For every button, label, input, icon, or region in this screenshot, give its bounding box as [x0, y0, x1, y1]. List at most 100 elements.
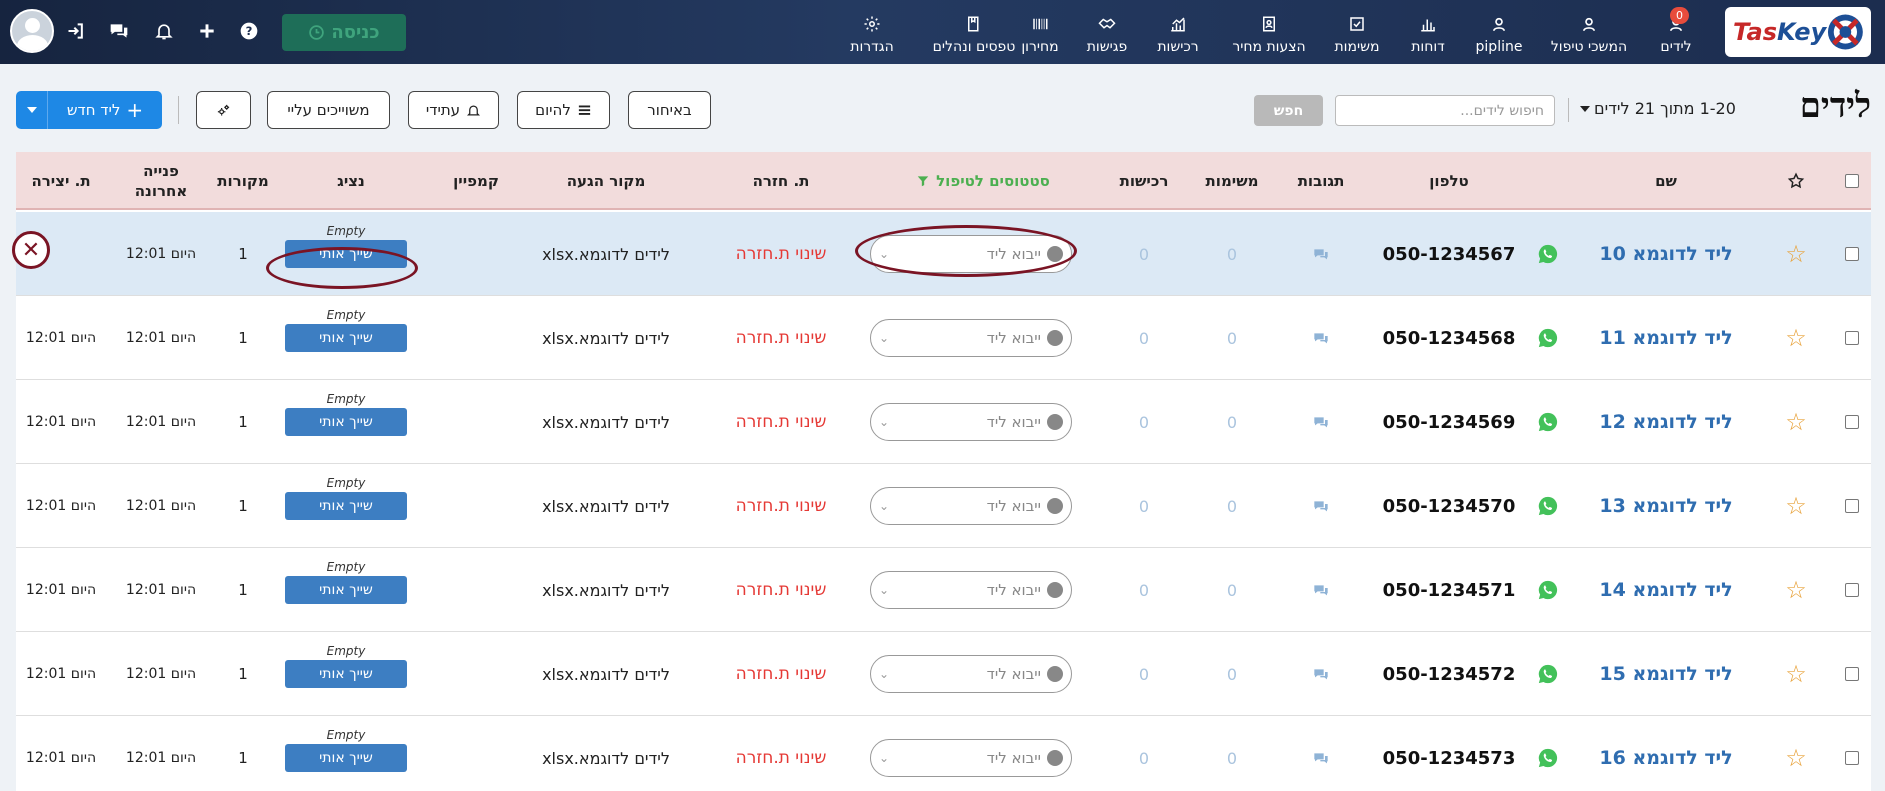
phone-number[interactable]: 050-1234571 — [1374, 548, 1524, 632]
column-header-name[interactable]: שם — [1576, 152, 1756, 210]
phone-number[interactable]: 050-1234573 — [1374, 716, 1524, 791]
chat-icon[interactable] — [108, 20, 130, 42]
star-icon[interactable]: ☆ — [1768, 464, 1824, 548]
row-checkbox[interactable] — [1836, 716, 1868, 791]
nav-item-settings[interactable]: הגדרות — [826, 0, 918, 64]
phone-number[interactable]: 050-1234572 — [1374, 632, 1524, 716]
nav-item-quotes[interactable]: הצעות מחיר — [1225, 0, 1313, 64]
favorite-column-star-icon[interactable] — [1768, 152, 1824, 210]
whatsapp-icon[interactable] — [1528, 548, 1568, 632]
column-header-sources[interactable]: מקורות — [203, 152, 283, 210]
search-input[interactable] — [1335, 95, 1555, 126]
whatsapp-icon[interactable] — [1528, 632, 1568, 716]
assign-me-button[interactable]: שייך אותי — [285, 744, 407, 772]
status-select[interactable]: ייבוא ליד ⌄ — [870, 655, 1072, 693]
phone-number[interactable]: 050-1234570 — [1374, 464, 1524, 548]
lead-name-link[interactable]: ליד לדוגמא 11 — [1576, 296, 1756, 380]
table-row[interactable]: ☆ ליד לדוגמא 10 050-1234567 0 0 ייבוא לי… — [16, 212, 1871, 296]
nav-item-reports[interactable]: דוחות — [1398, 0, 1458, 64]
row-checkbox[interactable] — [1836, 380, 1868, 464]
whatsapp-icon[interactable] — [1528, 464, 1568, 548]
column-header-statuses[interactable]: סטטוסים לטיפול — [878, 152, 1088, 210]
column-header-agent[interactable]: נציג — [286, 152, 416, 210]
nav-item-leads[interactable]: 0 לידים — [1648, 0, 1704, 64]
table-row[interactable]: ☆ ליד לדוגמא 16 050-1234573 0 0 ייבוא לי… — [16, 716, 1871, 791]
taskey-logo[interactable]: TasKey — [1725, 7, 1871, 57]
column-header-purchases[interactable]: רכישות — [1102, 152, 1186, 210]
responses-chat-icon[interactable] — [1279, 380, 1363, 464]
column-header-created[interactable]: ת. יצירה — [16, 152, 106, 210]
late-filter-button[interactable]: באיחור — [628, 91, 711, 129]
today-filter-button[interactable]: להיום — [517, 91, 610, 129]
plus-icon[interactable] — [196, 20, 218, 42]
purchases-count[interactable]: 0 — [1102, 548, 1186, 632]
column-header-campaign[interactable]: קמפיין — [426, 152, 526, 210]
nav-item-followups[interactable]: המשכי טיפול — [1541, 0, 1637, 64]
return-date-link[interactable]: שינוי ת.חזרה — [696, 716, 866, 791]
responses-chat-icon[interactable] — [1279, 716, 1363, 791]
whatsapp-icon[interactable] — [1528, 296, 1568, 380]
table-row[interactable]: ☆ ליד לדוגמא 13 050-1234570 0 0 ייבוא לי… — [16, 464, 1871, 548]
status-select[interactable]: ייבוא ליד ⌄ — [870, 487, 1072, 525]
row-checkbox[interactable] — [1836, 464, 1868, 548]
return-date-link[interactable]: שינוי ת.חזרה — [696, 632, 866, 716]
purchases-count[interactable]: 0 — [1102, 716, 1186, 791]
assign-me-button[interactable]: שייך אותי — [285, 660, 407, 688]
return-date-link[interactable]: שינוי ת.חזרה — [696, 212, 866, 296]
nav-item-pricelist[interactable]: מחירון — [1010, 0, 1070, 64]
phone-number[interactable]: 050-1234568 — [1374, 296, 1524, 380]
tasks-count[interactable]: 0 — [1190, 548, 1274, 632]
star-icon[interactable]: ☆ — [1768, 548, 1824, 632]
purchases-count[interactable]: 0 — [1102, 380, 1186, 464]
star-icon[interactable]: ☆ — [1768, 380, 1824, 464]
purchases-count[interactable]: 0 — [1102, 464, 1186, 548]
nav-item-pipeline[interactable]: pipline — [1464, 0, 1534, 64]
purchases-count[interactable]: 0 — [1102, 632, 1186, 716]
assigned-to-me-button[interactable]: משוייכים עליי — [267, 91, 390, 129]
phone-number[interactable]: 050-1234569 — [1374, 380, 1524, 464]
responses-chat-icon[interactable] — [1279, 296, 1363, 380]
lead-name-link[interactable]: ליד לדוגמא 13 — [1576, 464, 1756, 548]
whatsapp-icon[interactable] — [1528, 716, 1568, 791]
nav-item-purchases[interactable]: רכישות — [1148, 0, 1208, 64]
logout-icon[interactable] — [65, 20, 87, 42]
tasks-count[interactable]: 0 — [1190, 380, 1274, 464]
column-settings-button[interactable] — [196, 91, 251, 129]
star-icon[interactable]: ☆ — [1768, 716, 1824, 791]
responses-chat-icon[interactable] — [1279, 548, 1363, 632]
status-select[interactable]: ייבוא ליד ⌄ — [870, 403, 1072, 441]
row-checkbox[interactable] — [1836, 632, 1868, 716]
tasks-count[interactable]: 0 — [1190, 212, 1274, 296]
return-date-link[interactable]: שינוי ת.חזרה — [696, 548, 866, 632]
column-header-last-contact[interactable]: פנייה אחרונה — [116, 152, 206, 210]
close-icon[interactable]: ✕ — [12, 231, 50, 269]
lead-name-link[interactable]: ליד לדוגמא 16 — [1576, 716, 1756, 791]
whatsapp-icon[interactable] — [1528, 212, 1568, 296]
responses-chat-icon[interactable] — [1279, 212, 1363, 296]
entry-button[interactable]: כניסה — [282, 14, 406, 51]
column-header-return-date[interactable]: ת. חזרה — [696, 152, 866, 210]
tasks-count[interactable]: 0 — [1190, 296, 1274, 380]
tasks-count[interactable]: 0 — [1190, 716, 1274, 791]
table-row[interactable]: ☆ ליד לדוגמא 15 050-1234572 0 0 ייבוא לי… — [16, 632, 1871, 716]
whatsapp-icon[interactable] — [1528, 380, 1568, 464]
assign-me-button[interactable]: שייך אותי — [285, 576, 407, 604]
search-button[interactable]: חפש — [1254, 95, 1323, 126]
phone-number[interactable]: 050-1234567 — [1374, 212, 1524, 296]
table-row[interactable]: ☆ ליד לדוגמא 12 050-1234569 0 0 ייבוא לי… — [16, 380, 1871, 464]
bell-icon[interactable] — [153, 20, 175, 42]
status-select[interactable]: ייבוא ליד ⌄ — [870, 571, 1072, 609]
future-filter-button[interactable]: עתידי — [408, 91, 499, 129]
status-select[interactable]: ייבוא ליד ⌄ — [870, 739, 1072, 777]
purchases-count[interactable]: 0 — [1102, 296, 1186, 380]
select-all-checkbox[interactable] — [1832, 152, 1871, 210]
nav-item-tasks[interactable]: משימות — [1327, 0, 1387, 64]
responses-chat-icon[interactable] — [1279, 464, 1363, 548]
tasks-count[interactable]: 0 — [1190, 464, 1274, 548]
pager-dropdown[interactable]: 1-20 מתוך 21 לידים — [1580, 99, 1736, 118]
status-select[interactable]: ייבוא ליד ⌄ — [870, 319, 1072, 357]
lead-name-link[interactable]: ליד לדוגמא 12 — [1576, 380, 1756, 464]
column-header-phone[interactable]: טלפון — [1374, 152, 1524, 210]
row-checkbox[interactable] — [1836, 548, 1868, 632]
lead-name-link[interactable]: ליד לדוגמא 10 — [1576, 212, 1756, 296]
